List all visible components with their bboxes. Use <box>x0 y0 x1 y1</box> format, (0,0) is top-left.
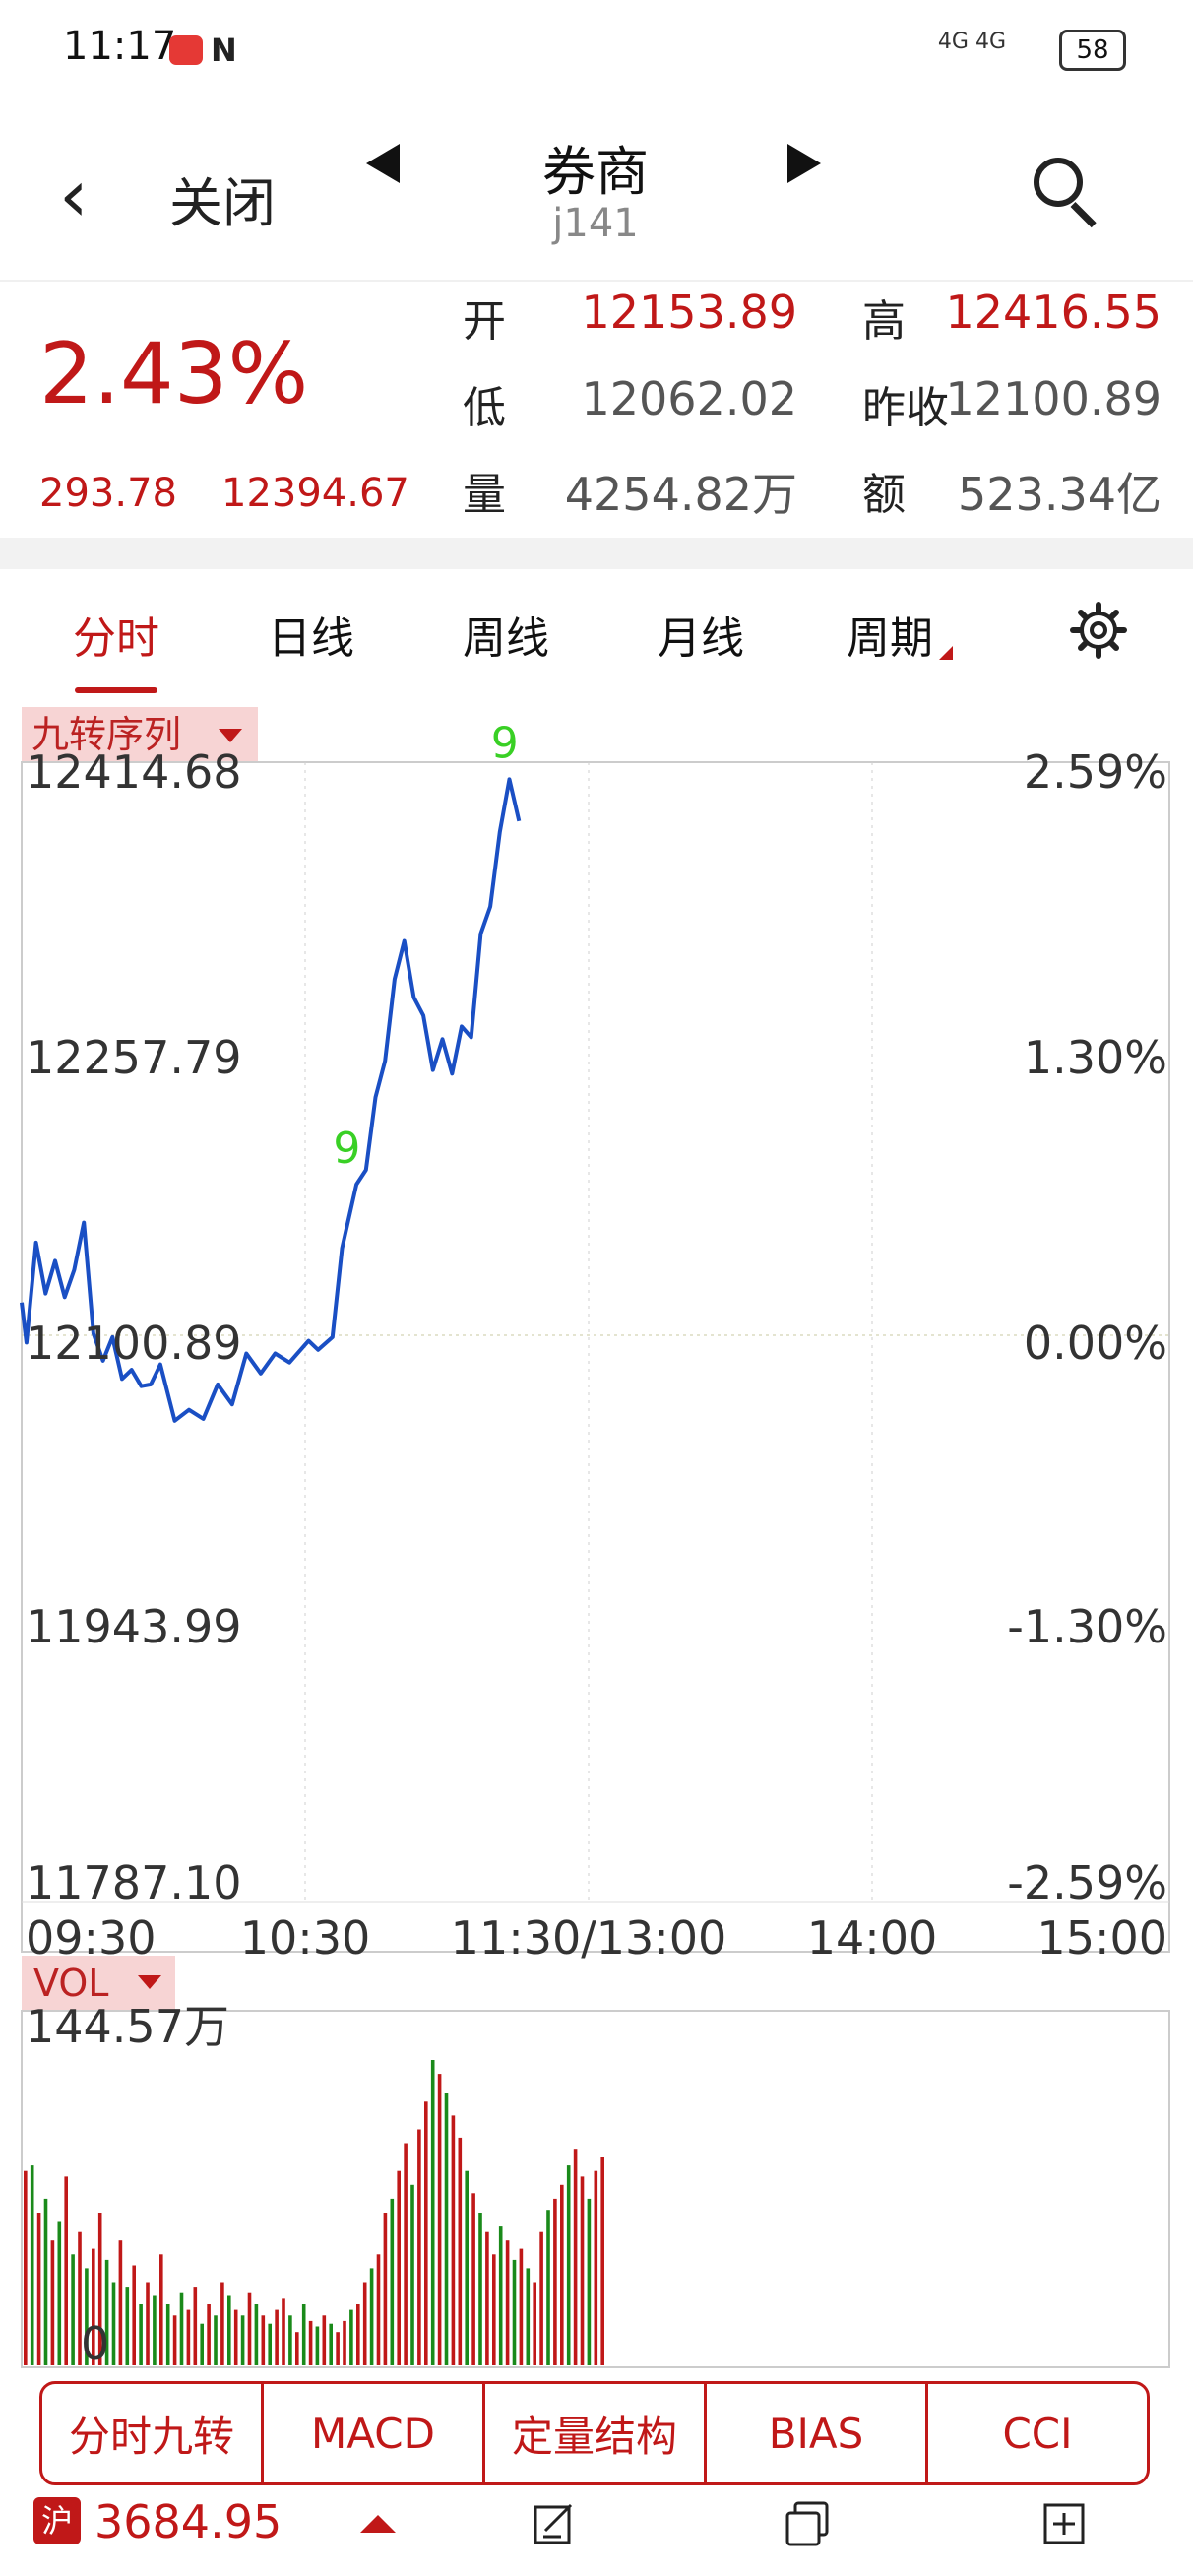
volume-bar <box>186 2309 191 2365</box>
volume-bar <box>424 2101 428 2365</box>
volume-bar <box>172 2315 177 2365</box>
btn-intraday-nine[interactable]: 分时九转 <box>42 2384 264 2482</box>
volume-bar <box>451 2115 456 2365</box>
volume-bar <box>471 2193 475 2365</box>
volume-bar <box>315 2326 320 2365</box>
volume-bar <box>485 2231 489 2365</box>
volume-bar <box>492 2254 496 2365</box>
volume-bar <box>139 2304 143 2365</box>
volume-bar <box>36 2213 41 2365</box>
volume-bar <box>301 2304 306 2365</box>
volume-bar <box>356 2304 360 2365</box>
volume-bar <box>478 2213 482 2365</box>
volume-bar <box>71 2254 75 2365</box>
volume-bar <box>261 2315 266 2365</box>
volume-bar <box>519 2248 524 2365</box>
volume-bar <box>153 2295 157 2365</box>
volume-bar <box>369 2268 374 2365</box>
add-icon[interactable] <box>1041 2501 1089 2546</box>
btn-cci[interactable]: CCI <box>928 2384 1147 2482</box>
volume-bar <box>193 2287 198 2365</box>
volume-bar <box>397 2170 401 2365</box>
volume-bar <box>295 2332 299 2365</box>
btn-quant-structure[interactable]: 定量结构 <box>485 2384 707 2482</box>
volume-bar <box>322 2315 327 2365</box>
volume-bar <box>64 2176 68 2365</box>
volume-bar <box>566 2165 571 2365</box>
volume-bar <box>125 2287 130 2365</box>
volume-bar <box>390 2198 395 2365</box>
volume-bar <box>50 2240 55 2365</box>
volume-bar <box>410 2184 414 2365</box>
volume-bar <box>376 2254 381 2365</box>
volume-bar <box>118 2240 123 2365</box>
volume-bar <box>546 2210 550 2365</box>
indicator-button-bar: 分时九转 MACD 定量结构 BIAS CCI <box>39 2381 1150 2485</box>
up-arrow-icon <box>360 2515 396 2533</box>
copy-icon[interactable] <box>784 2501 831 2546</box>
volume-bar <box>288 2315 292 2365</box>
index-value[interactable]: 3684.95 <box>94 2495 282 2548</box>
market-badge: 沪 <box>33 2497 81 2544</box>
volume-bar <box>220 2282 224 2365</box>
volume-bar <box>458 2137 463 2365</box>
volume-bar <box>146 2282 150 2365</box>
volume-bar <box>600 2157 604 2365</box>
btn-macd[interactable]: MACD <box>264 2384 485 2482</box>
volume-bar <box>57 2221 62 2365</box>
volume-bar <box>587 2198 592 2365</box>
volume-bar <box>43 2198 48 2365</box>
volume-bar <box>247 2292 252 2365</box>
volume-chart[interactable]: 144.57万 0 <box>0 0 1193 2383</box>
volume-bar <box>465 2170 469 2365</box>
volume-bar <box>159 2254 163 2365</box>
volume-bar <box>111 2282 116 2365</box>
volume-bar <box>560 2184 564 2365</box>
volume-bar <box>336 2332 340 2365</box>
volume-bar <box>498 2226 503 2365</box>
volume-bar <box>349 2309 353 2365</box>
volume-bar <box>343 2320 346 2365</box>
volume-bar <box>329 2323 333 2365</box>
volume-bar <box>417 2129 421 2365</box>
volume-bar <box>404 2143 408 2365</box>
volume-bar <box>233 2309 238 2365</box>
volume-bar <box>553 2198 557 2365</box>
volume-bar <box>444 2093 449 2365</box>
volume-axis-top: 144.57万 <box>26 2000 229 2053</box>
volume-bar <box>594 2170 598 2365</box>
volume-bar <box>227 2295 231 2365</box>
volume-bar <box>24 2170 28 2365</box>
volume-bar <box>282 2298 285 2365</box>
volume-bar <box>362 2282 367 2365</box>
volume-bar <box>200 2323 204 2365</box>
volume-axis-zero: 0 <box>81 2317 109 2370</box>
volume-bar <box>254 2304 259 2365</box>
volume-bar <box>165 2304 170 2365</box>
btn-bias[interactable]: BIAS <box>707 2384 928 2482</box>
volume-bar <box>268 2323 272 2365</box>
volume-bar <box>430 2060 435 2365</box>
volume-bar <box>275 2309 279 2365</box>
volume-bar <box>580 2176 585 2365</box>
volume-bar <box>539 2231 543 2365</box>
volume-bar <box>214 2315 218 2365</box>
volume-bar <box>573 2149 578 2365</box>
volume-bar <box>512 2259 517 2365</box>
volume-bar <box>179 2292 184 2365</box>
volume-bar <box>533 2282 536 2365</box>
volume-bar <box>437 2074 442 2365</box>
volume-bar <box>526 2268 531 2365</box>
volume-bar <box>207 2304 211 2365</box>
volume-bar <box>240 2315 245 2365</box>
volume-bar <box>383 2213 388 2365</box>
volume-bar <box>308 2320 313 2365</box>
volume-bar <box>505 2240 510 2365</box>
volume-bar <box>30 2165 34 2365</box>
volume-bar <box>132 2265 136 2365</box>
edit-icon[interactable] <box>532 2501 579 2546</box>
